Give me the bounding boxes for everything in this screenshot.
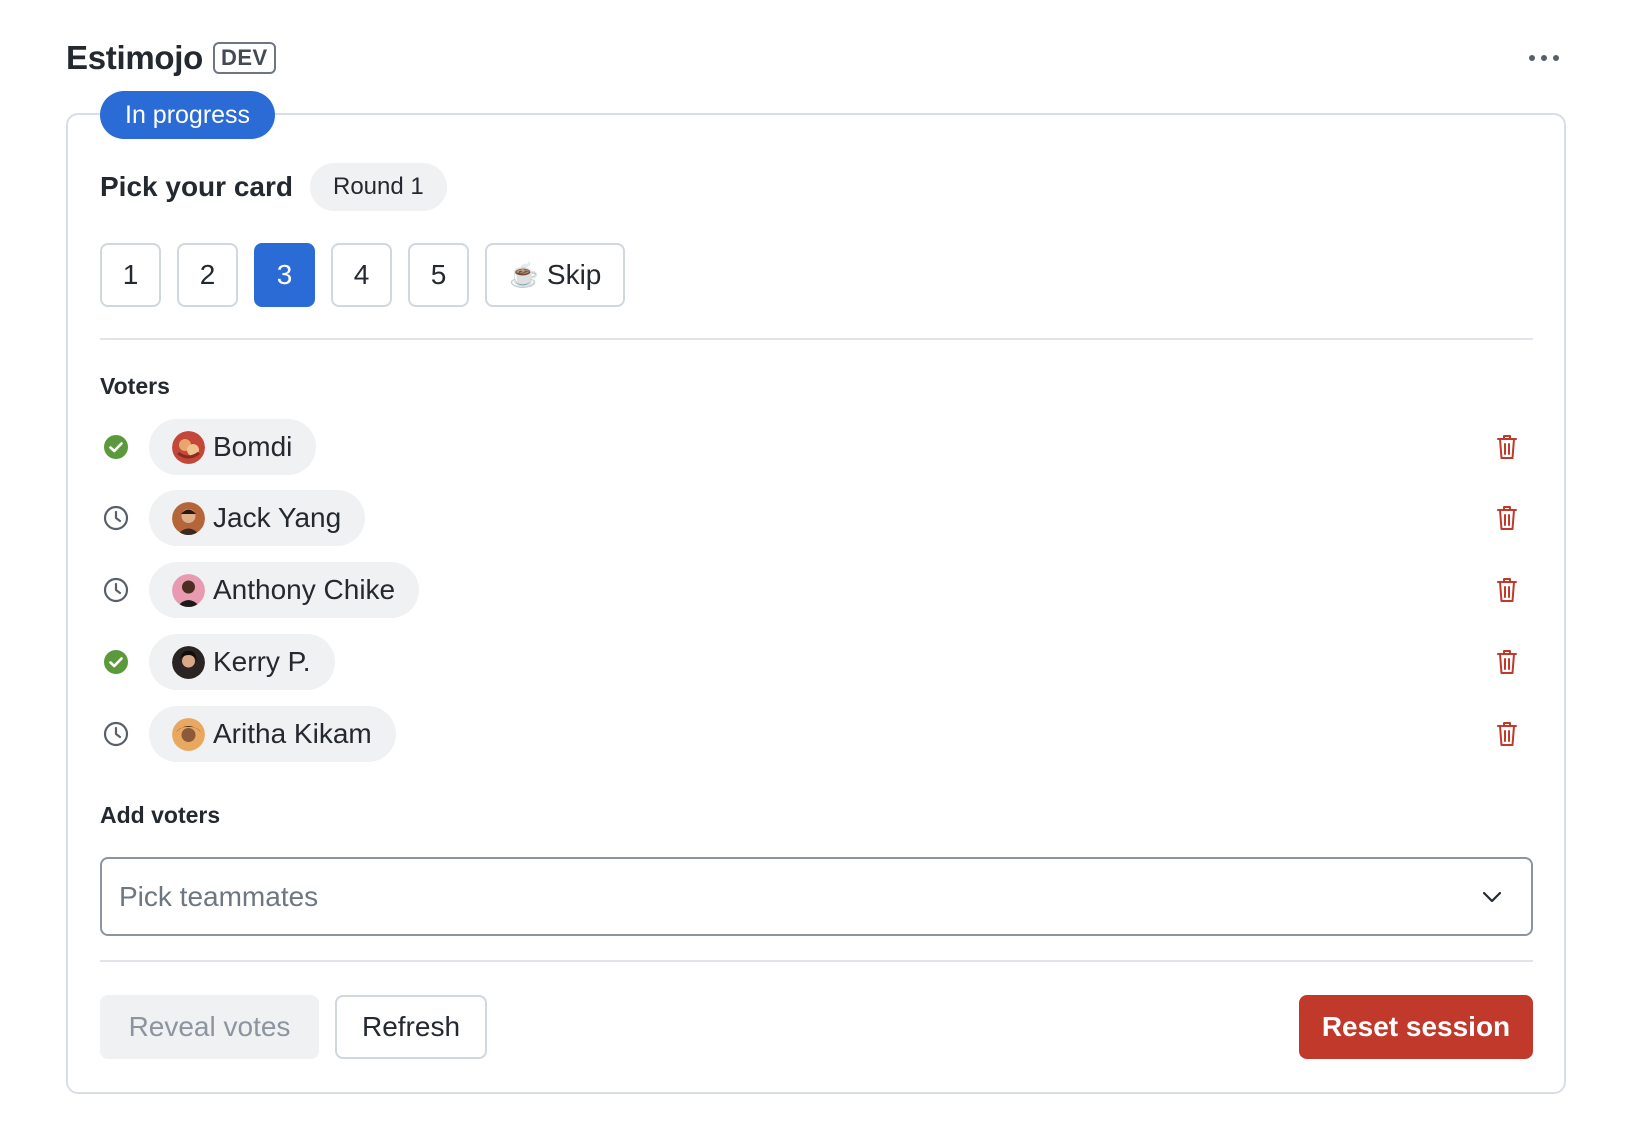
avatar bbox=[172, 645, 205, 679]
avatar bbox=[172, 501, 205, 535]
skip-label: Skip bbox=[546, 259, 602, 290]
divider bbox=[100, 338, 1533, 340]
voter-name: Kerry P. bbox=[213, 646, 311, 677]
avatar bbox=[172, 430, 205, 464]
card-3[interactable]: 3 bbox=[254, 243, 315, 307]
teammate-select-input[interactable] bbox=[119, 880, 1478, 913]
trash-icon[interactable] bbox=[1491, 502, 1523, 534]
trash-icon[interactable] bbox=[1491, 718, 1523, 750]
status-badge: In progress bbox=[100, 91, 276, 139]
refresh-button[interactable]: Refresh bbox=[335, 995, 487, 1059]
divider bbox=[100, 960, 1533, 962]
trash-icon[interactable] bbox=[1491, 574, 1523, 606]
round-badge: Round 1 bbox=[309, 163, 447, 211]
reveal-votes-button[interactable]: Reveal votes bbox=[100, 995, 319, 1059]
pick-header: Pick your card Round 1 bbox=[100, 163, 447, 211]
trash-icon[interactable] bbox=[1491, 646, 1523, 678]
voter-chip[interactable]: Anthony Chike bbox=[149, 562, 420, 618]
teammate-select[interactable] bbox=[100, 857, 1533, 936]
reset-session-button[interactable]: Reset session bbox=[1299, 995, 1533, 1059]
avatar bbox=[172, 717, 205, 751]
app-title: Estimojo bbox=[66, 39, 203, 76]
add-voters-heading: Add voters bbox=[100, 802, 221, 828]
clock-icon bbox=[103, 577, 129, 603]
check-circle-icon bbox=[103, 649, 129, 675]
app-header: Estimojo DEV bbox=[66, 36, 1566, 80]
env-badge: DEV bbox=[212, 42, 276, 74]
voter-row: Anthony Chike bbox=[100, 562, 1533, 618]
voter-chip[interactable]: Kerry P. bbox=[149, 634, 335, 690]
clock-icon bbox=[103, 505, 129, 531]
trash-icon[interactable] bbox=[1491, 431, 1523, 463]
check-circle-icon bbox=[103, 434, 129, 460]
card-skip[interactable]: ☕ Skip bbox=[485, 243, 626, 307]
coffee-cup-icon: ☕ bbox=[509, 261, 539, 289]
card-picker: 1 2 3 4 5 ☕ Skip bbox=[100, 243, 626, 307]
voter-name: Bomdi bbox=[213, 431, 293, 462]
voter-chip[interactable]: Jack Yang bbox=[149, 490, 366, 546]
more-dot-icon bbox=[1553, 55, 1559, 61]
clock-icon bbox=[103, 721, 129, 747]
card-1[interactable]: 1 bbox=[100, 243, 161, 307]
voter-name: Anthony Chike bbox=[213, 574, 396, 605]
voters-heading: Voters bbox=[100, 373, 170, 399]
voter-name: Aritha Kikam bbox=[213, 718, 372, 749]
card-4[interactable]: 4 bbox=[331, 243, 392, 307]
voter-row: Aritha Kikam bbox=[100, 706, 1533, 762]
card-5[interactable]: 5 bbox=[408, 243, 469, 307]
pick-title: Pick your card bbox=[100, 171, 293, 202]
chevron-down-icon bbox=[1482, 891, 1502, 902]
avatar bbox=[172, 573, 205, 607]
voter-row: Bomdi bbox=[100, 419, 1533, 475]
more-dot-icon bbox=[1529, 55, 1535, 61]
voter-chip[interactable]: Bomdi bbox=[149, 419, 317, 475]
voter-row: Jack Yang bbox=[100, 490, 1533, 546]
voter-chip[interactable]: Aritha Kikam bbox=[149, 706, 396, 762]
voter-row: Kerry P. bbox=[100, 634, 1533, 690]
card-2[interactable]: 2 bbox=[177, 243, 238, 307]
voter-name: Jack Yang bbox=[213, 502, 342, 533]
more-dot-icon bbox=[1541, 55, 1547, 61]
more-options-button[interactable] bbox=[1522, 36, 1566, 80]
